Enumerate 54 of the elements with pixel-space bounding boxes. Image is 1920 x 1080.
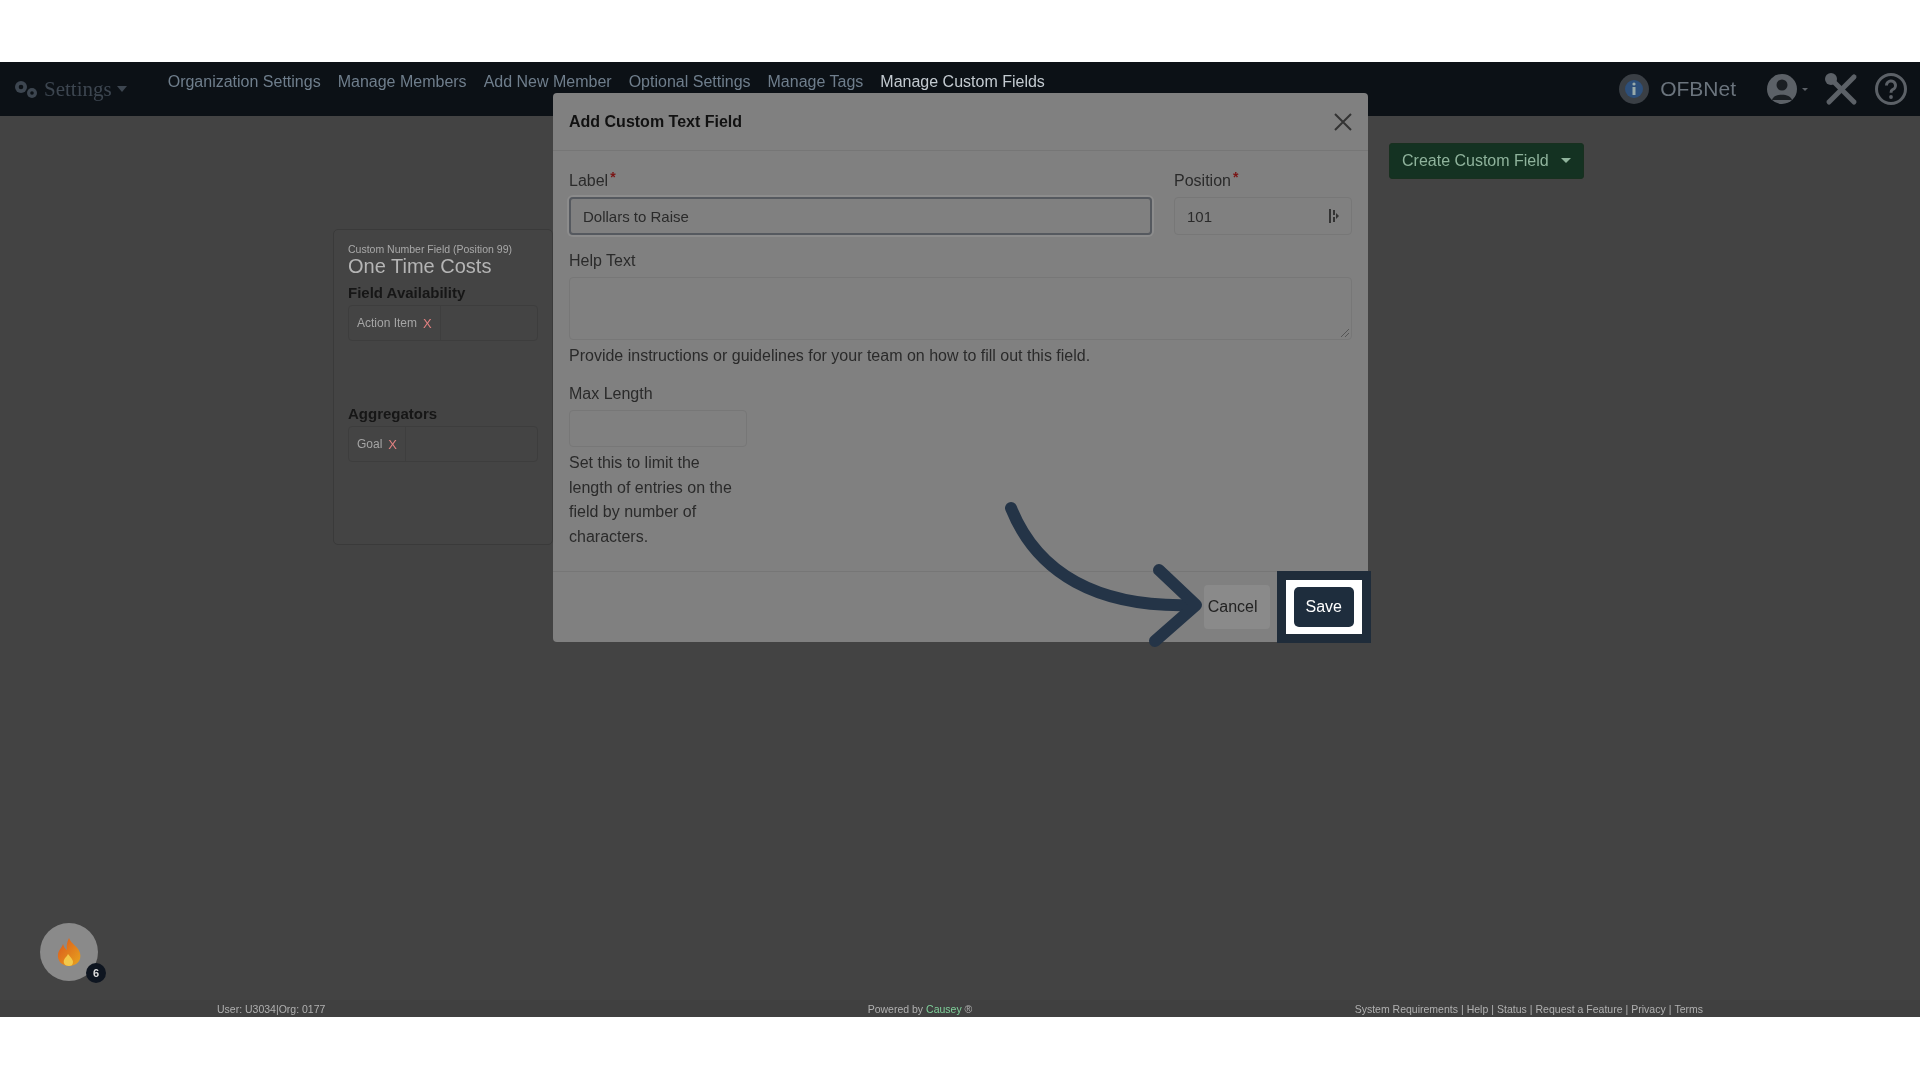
max-length-hint: Set this to limit the length of entries on the field by number of characters. <box>569 453 733 547</box>
footer-link[interactable]: Request a Feature <box>1535 1002 1623 1015</box>
field-type-label: Custom Number Field (Position 99) <box>348 243 513 255</box>
user-icon[interactable] <box>1766 73 1810 105</box>
settings-title: Settings <box>44 76 112 102</box>
causey-link[interactable]: Causey <box>926 1002 962 1015</box>
required-mark: * <box>1232 169 1239 187</box>
help-icon[interactable] <box>1874 72 1908 106</box>
nav-link[interactable]: Add New Member <box>483 73 612 91</box>
nav-link[interactable]: Optional Settings <box>628 73 751 91</box>
tag-field[interactable]: Goal X <box>348 426 538 462</box>
nav-link[interactable]: Organization Settings <box>167 73 321 91</box>
flame-icon <box>56 937 82 967</box>
spinner-icon <box>1329 209 1339 223</box>
help-hint: Provide instructions or guidelines for your team on how to fill out this field. <box>569 346 1092 366</box>
info-icon[interactable] <box>1618 73 1651 105</box>
nav-link[interactable]: Manage Members <box>337 73 467 91</box>
resize-grip-icon <box>1341 329 1349 337</box>
separator: | <box>1529 1002 1533 1015</box>
create-custom-field-button[interactable]: Create Custom Field <box>1389 143 1584 179</box>
remove-tag-button[interactable]: X <box>423 315 432 331</box>
notification-count-badge: 6 <box>86 963 106 983</box>
field-label: Max Length <box>569 384 654 404</box>
caret-icon <box>1560 158 1571 164</box>
close-icon[interactable] <box>1334 112 1352 131</box>
footer-link[interactable]: Status <box>1497 1002 1527 1015</box>
modal-title: Add Custom Text Field <box>569 112 743 131</box>
footer-link[interactable]: Privacy <box>1631 1002 1666 1015</box>
separator: | <box>1460 1002 1464 1015</box>
separator: | <box>1668 1002 1672 1015</box>
caret-icon[interactable] <box>115 85 128 93</box>
text-field[interactable]: Dollars to Raise <box>569 197 1152 235</box>
footer-link[interactable]: System Requirements <box>1354 1002 1458 1015</box>
required-mark: * <box>610 169 616 187</box>
separator: | <box>1491 1002 1494 1015</box>
number-field[interactable]: 101 <box>1174 197 1352 235</box>
tag-label: Goal <box>357 437 383 451</box>
cancel-button[interactable]: Cancel <box>1203 585 1270 629</box>
tag-label: Action Item <box>357 316 418 330</box>
save-button[interactable]: Save <box>1293 587 1354 627</box>
nav-link[interactable]: Manage Tags <box>767 73 864 91</box>
field-title: One Time Costs <box>348 255 493 278</box>
user-info: User: U3034|Org: 0177 <box>217 1002 327 1015</box>
tag-field[interactable]: Action Item X <box>348 305 538 341</box>
footer-link[interactable]: Terms <box>1674 1002 1703 1015</box>
nav-link[interactable]: Manage Custom Fields <box>880 73 1045 91</box>
footer-link[interactable]: Help <box>1466 1002 1489 1015</box>
remove-tag-button[interactable]: X <box>388 436 398 452</box>
powered-by-text: Powered by Causey ® <box>867 1002 973 1015</box>
field-label: Help Text <box>569 251 637 271</box>
field-label: Position <box>1174 171 1231 191</box>
separator: | <box>1625 1002 1629 1015</box>
field-label: Label <box>569 171 609 191</box>
organization-name: OFBNet <box>1660 77 1736 101</box>
